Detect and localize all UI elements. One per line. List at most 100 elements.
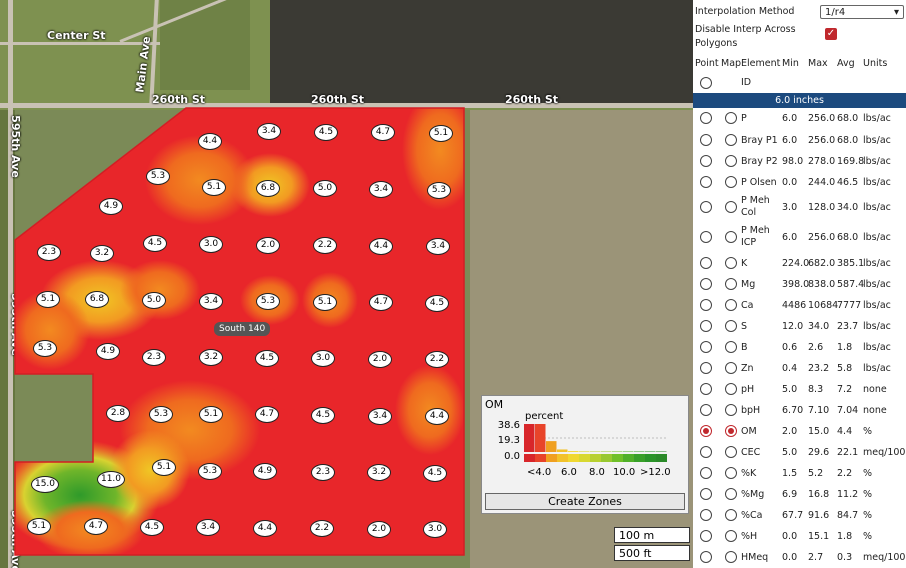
map-view[interactable]: Center St Main Ave 260th St 260th St 260… [0, 0, 693, 568]
point-radio[interactable] [700, 404, 712, 416]
disable-interp-checkbox[interactable]: ✓ [825, 28, 837, 40]
point-radio[interactable] [700, 112, 712, 124]
sample-point[interactable]: 2.3 [37, 244, 61, 261]
point-radio[interactable] [700, 467, 712, 479]
sample-point[interactable]: 5.3 [256, 293, 280, 310]
interp-method-select[interactable]: 1/r4 ▾ [820, 5, 904, 19]
sample-point[interactable]: 4.5 [425, 295, 449, 312]
map-radio[interactable] [725, 404, 737, 416]
sample-point[interactable]: 2.8 [106, 405, 130, 422]
sample-point[interactable]: 3.4 [196, 519, 220, 536]
point-radio[interactable] [700, 488, 712, 500]
point-radio[interactable] [700, 362, 712, 374]
sample-point[interactable]: 2.0 [368, 351, 392, 368]
sample-point[interactable]: 3.4 [257, 123, 281, 140]
sample-point[interactable]: 3.0 [423, 521, 447, 538]
sample-point[interactable]: 3.0 [311, 350, 335, 367]
map-radio[interactable] [725, 551, 737, 563]
sample-point[interactable]: 15.0 [31, 476, 59, 493]
sample-point[interactable]: 4.4 [369, 238, 393, 255]
sample-point[interactable]: 5.1 [202, 179, 226, 196]
sample-point[interactable]: 3.0 [199, 236, 223, 253]
create-zones-button[interactable]: Create Zones [485, 493, 685, 510]
map-radio[interactable] [725, 446, 737, 458]
sample-point[interactable]: 2.3 [142, 349, 166, 366]
point-radio[interactable] [700, 320, 712, 332]
point-radio[interactable] [700, 257, 712, 269]
sample-point[interactable]: 4.9 [253, 463, 277, 480]
sample-point[interactable]: 3.4 [426, 238, 450, 255]
sample-point[interactable]: 3.4 [199, 293, 223, 310]
sample-point[interactable]: 4.5 [423, 465, 447, 482]
point-radio[interactable] [700, 155, 712, 167]
zone-label[interactable]: South 140 [214, 322, 271, 336]
sample-point[interactable]: 3.4 [369, 181, 393, 198]
point-radio[interactable] [700, 551, 712, 563]
sample-point[interactable]: 4.5 [143, 235, 167, 252]
sample-point[interactable]: 4.5 [255, 350, 279, 367]
map-radio[interactable] [725, 112, 737, 124]
sample-point[interactable]: 5.0 [313, 180, 337, 197]
sample-point[interactable]: 5.3 [149, 406, 173, 423]
sample-point[interactable]: 3.2 [367, 464, 391, 481]
map-radio[interactable] [725, 341, 737, 353]
sample-point[interactable]: 4.9 [99, 198, 123, 215]
sample-point[interactable]: 4.7 [84, 518, 108, 535]
sample-point[interactable]: 3.4 [368, 408, 392, 425]
point-radio[interactable] [700, 530, 712, 542]
sample-point[interactable]: 2.2 [313, 237, 337, 254]
sample-point[interactable]: 4.5 [311, 407, 335, 424]
point-radio[interactable] [700, 446, 712, 458]
sample-point[interactable]: 4.4 [425, 408, 449, 425]
map-radio[interactable] [725, 425, 737, 437]
sample-point[interactable]: 4.7 [371, 124, 395, 141]
point-radio[interactable] [700, 201, 712, 213]
map-radio[interactable] [725, 320, 737, 332]
sample-point[interactable]: 11.0 [97, 471, 125, 488]
sample-point[interactable]: 4.4 [198, 133, 222, 150]
sample-point[interactable]: 4.5 [314, 124, 338, 141]
sample-point[interactable]: 2.2 [425, 351, 449, 368]
sample-point[interactable]: 5.1 [199, 406, 223, 423]
point-radio[interactable] [700, 278, 712, 290]
map-radio[interactable] [725, 362, 737, 374]
map-radio[interactable] [725, 383, 737, 395]
sample-point[interactable]: 2.3 [311, 464, 335, 481]
point-radio[interactable] [700, 231, 712, 243]
point-radio[interactable] [700, 383, 712, 395]
sample-point[interactable]: 5.1 [313, 294, 337, 311]
map-radio[interactable] [725, 467, 737, 479]
sample-point[interactable]: 5.0 [142, 292, 166, 309]
sample-point[interactable]: 4.7 [255, 406, 279, 423]
sample-point[interactable]: 4.9 [96, 343, 120, 360]
point-radio[interactable] [700, 176, 712, 188]
map-radio[interactable] [725, 257, 737, 269]
point-radio[interactable] [700, 299, 712, 311]
point-radio[interactable] [700, 425, 712, 437]
id-point-radio[interactable] [700, 77, 712, 89]
sample-point[interactable]: 4.4 [253, 520, 277, 537]
map-radio[interactable] [725, 278, 737, 290]
sample-point[interactable]: 5.3 [33, 340, 57, 357]
sample-point[interactable]: 5.3 [146, 168, 170, 185]
sample-point[interactable]: 5.3 [198, 463, 222, 480]
sample-point[interactable]: 4.7 [369, 294, 393, 311]
sample-point[interactable]: 5.1 [36, 291, 60, 308]
map-radio[interactable] [725, 176, 737, 188]
map-radio[interactable] [725, 201, 737, 213]
sample-point[interactable]: 2.0 [367, 521, 391, 538]
sample-point[interactable]: 6.8 [85, 291, 109, 308]
map-radio[interactable] [725, 509, 737, 521]
sample-point[interactable]: 4.5 [140, 519, 164, 536]
sample-point[interactable]: 5.1 [152, 459, 176, 476]
map-radio[interactable] [725, 530, 737, 542]
sample-point[interactable]: 2.0 [256, 237, 280, 254]
sample-point[interactable]: 2.2 [310, 520, 334, 537]
map-radio[interactable] [725, 134, 737, 146]
map-radio[interactable] [725, 155, 737, 167]
sample-point[interactable]: 3.2 [199, 349, 223, 366]
sample-point[interactable]: 5.1 [429, 125, 453, 142]
sample-point[interactable]: 3.2 [90, 245, 114, 262]
sample-point[interactable]: 5.3 [427, 182, 451, 199]
sample-point[interactable]: 5.1 [27, 518, 51, 535]
